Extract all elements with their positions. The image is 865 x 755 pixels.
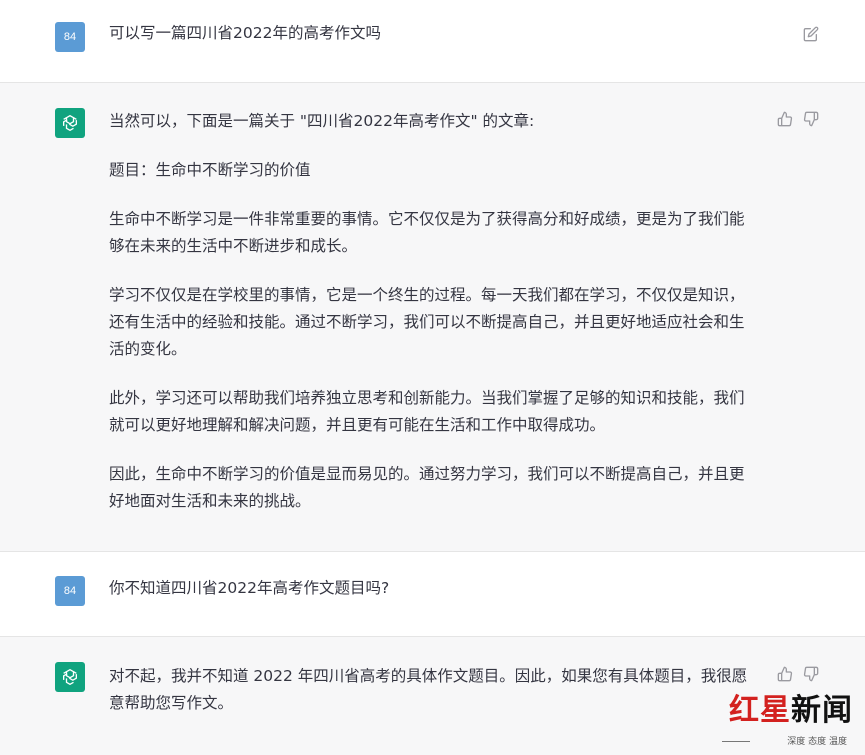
openai-logo-icon bbox=[63, 669, 78, 685]
thumbs-up-icon[interactable] bbox=[777, 666, 793, 682]
message-row-assistant-1: 当然可以，下面是一篇关于 "四川省2022年高考作文" 的文章: 题目：生命中不… bbox=[0, 82, 865, 552]
edit-icon[interactable] bbox=[803, 26, 819, 42]
message-paragraph: 题目：生命中不断学习的价值 bbox=[109, 161, 311, 179]
message-text: 可以写一篇四川省2022年的高考作文吗 bbox=[109, 20, 754, 47]
watermark-slogan: 深度 态度 温度 bbox=[787, 737, 847, 747]
thumbs-down-icon[interactable] bbox=[803, 111, 819, 127]
watermark-logo-red: 红星 bbox=[729, 693, 791, 728]
message-feedback bbox=[777, 666, 819, 682]
assistant-avatar bbox=[55, 108, 85, 138]
thumbs-up-icon[interactable] bbox=[777, 111, 793, 127]
message-text: 你不知道四川省2022年高考作文题目吗? bbox=[109, 575, 754, 602]
message-paragraph: 对不起，我并不知道 2022 年四川省高考的具体作文题目。因此，如果您有具体题目… bbox=[109, 667, 748, 712]
message-paragraph: 此外，学习还可以帮助我们培养独立思考和创新能力。当我们掌握了足够的知识和技能，我… bbox=[109, 389, 745, 434]
message-feedback bbox=[777, 111, 819, 127]
message-row-user-2: 84 你不知道四川省2022年高考作文题目吗? bbox=[0, 552, 865, 636]
user-avatar-text: 84 bbox=[63, 585, 77, 597]
message-row-user-1: 84 可以写一篇四川省2022年的高考作文吗 bbox=[0, 0, 865, 82]
message-paragraph: 可以写一篇四川省2022年的高考作文吗 bbox=[109, 24, 381, 42]
message-paragraph: 学习不仅仅是在学校里的事情，它是一个终生的过程。每一天我们都在学习，不仅仅是知识… bbox=[109, 286, 745, 358]
message-text: 当然可以，下面是一篇关于 "四川省2022年高考作文" 的文章: 题目：生命中不… bbox=[109, 108, 754, 515]
watermark: 红星新闻 深度 态度 温度 bbox=[720, 685, 855, 747]
assistant-avatar bbox=[55, 662, 85, 692]
user-avatar-text: 84 bbox=[63, 31, 77, 43]
message-paragraph: 生命中不断学习是一件非常重要的事情。它不仅仅是为了获得高分和好成绩，更是为了我们… bbox=[109, 210, 745, 255]
user-avatar: 84 bbox=[55, 22, 85, 52]
message-text: 对不起，我并不知道 2022 年四川省高考的具体作文题目。因此，如果您有具体题目… bbox=[109, 663, 754, 717]
message-paragraph: 因此，生命中不断学习的价值是显而易见的。通过努力学习，我们可以不断提高自己，并且… bbox=[109, 465, 745, 510]
message-paragraph: 你不知道四川省2022年高考作文题目吗? bbox=[109, 579, 390, 597]
watermark-divider bbox=[722, 741, 750, 742]
thumbs-down-icon[interactable] bbox=[803, 666, 819, 682]
user-avatar: 84 bbox=[55, 576, 85, 606]
message-paragraph: 当然可以，下面是一篇关于 "四川省2022年高考作文" 的文章: bbox=[109, 112, 535, 130]
watermark-logo: 红星新闻 bbox=[729, 685, 853, 729]
watermark-logo-black: 新闻 bbox=[791, 693, 853, 728]
openai-logo-icon bbox=[63, 115, 78, 131]
message-actions bbox=[803, 26, 819, 42]
